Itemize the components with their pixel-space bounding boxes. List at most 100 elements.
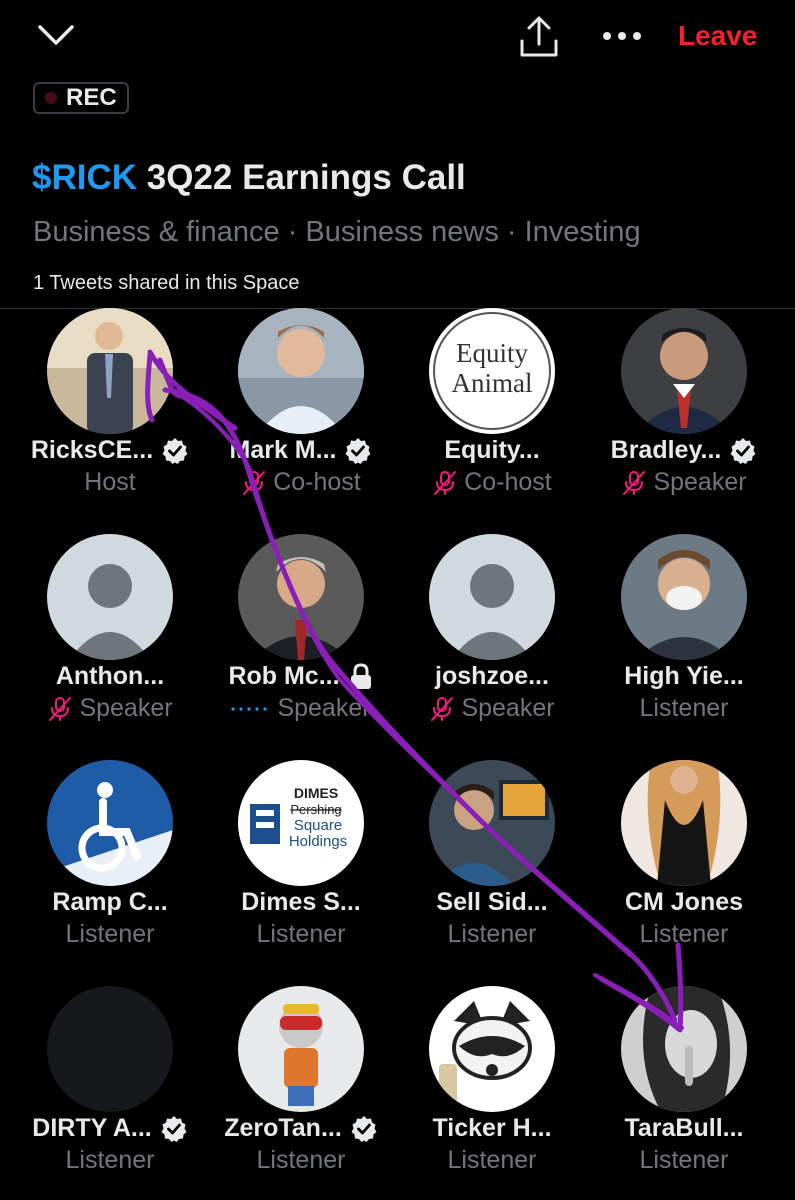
shared-tweets-link[interactable]: 1 Tweets shared in this Space <box>33 272 299 295</box>
space-title: $RICK 3Q22 Earnings Call <box>32 158 466 198</box>
participant-role-line: Listener <box>15 1146 205 1175</box>
participant-name: RicksCE... <box>30 436 154 464</box>
chevron-down-icon[interactable] <box>36 22 76 50</box>
svg-text:DIMES: DIMES <box>294 785 338 801</box>
participant-name: Mark M... <box>229 436 337 464</box>
participant-role-line: Co-host <box>397 468 587 497</box>
avatar[interactable] <box>238 986 364 1112</box>
participant-name-line: RicksCE... <box>15 436 205 465</box>
avatar[interactable]: DIMES Pershing Square Holdings <box>238 760 364 886</box>
svg-text:Square: Square <box>294 817 342 834</box>
mic-muted-icon <box>241 470 267 496</box>
speaking-indicator-icon <box>231 706 271 711</box>
participant-name: ZeroTan... <box>224 1114 342 1142</box>
participant-role: Listener <box>256 920 346 948</box>
participant-name: DIRTY A... <box>32 1114 152 1142</box>
participant-role: Listener <box>65 920 155 948</box>
participant-name-line: Mark M... <box>206 436 396 465</box>
verified-badge-icon <box>161 437 189 465</box>
participant-name-line: ZeroTan... <box>206 1114 396 1143</box>
participant-role-line: Listener <box>15 920 205 949</box>
avatar[interactable] <box>238 308 364 434</box>
verified-badge-icon <box>729 437 757 465</box>
rec-label: REC <box>66 84 117 111</box>
mic-muted-icon <box>429 696 455 722</box>
participant-name: Sell Sid... <box>436 888 548 916</box>
avatar[interactable] <box>47 534 173 660</box>
verified-badge-icon <box>350 1115 378 1143</box>
participant-name-line: Equity... <box>397 436 587 465</box>
participant-name: joshzoe... <box>435 662 549 690</box>
recording-dot-icon <box>45 92 57 104</box>
avatar[interactable] <box>621 534 747 660</box>
participant-name-line: joshzoe... <box>397 662 587 691</box>
mic-muted-icon <box>621 470 647 496</box>
participant-name-line: TaraBull... <box>589 1114 779 1143</box>
participant-role-line: Listener <box>397 920 587 949</box>
avatar-text-2: Animal <box>452 368 533 398</box>
participant-role: Listener <box>65 1146 155 1174</box>
participant-role-line: Listener <box>206 1146 396 1175</box>
participant-name: High Yie... <box>624 662 744 690</box>
topics-line: Business & finance · Business news · Inv… <box>33 216 641 248</box>
participant-name-line: Bradley... <box>589 436 779 465</box>
participant-name-line: Dimes S... <box>206 888 396 917</box>
participant-role-line: Listener <box>589 1146 779 1175</box>
cashtag-link[interactable]: $RICK <box>32 158 137 197</box>
avatar[interactable] <box>429 534 555 660</box>
avatar[interactable] <box>429 986 555 1112</box>
participant-role-line: Speaker <box>397 694 587 723</box>
leave-button[interactable]: Leave <box>678 20 757 52</box>
participant-name: Dimes S... <box>241 888 361 916</box>
participant-name-line: Ticker H... <box>397 1114 587 1143</box>
avatar-text-1: Equity <box>456 338 528 368</box>
participant-role: Speaker <box>79 694 173 722</box>
participant-name-line: Rob Mc... <box>206 662 396 691</box>
participant-name: Rob Mc... <box>228 662 340 690</box>
avatar[interactable] <box>47 760 173 886</box>
more-options-icon[interactable] <box>600 24 644 48</box>
avatar[interactable] <box>47 986 173 1112</box>
participant-role-line: Speaker <box>589 468 779 497</box>
verified-badge-icon <box>344 437 372 465</box>
participant-role-line: Listener <box>589 920 779 949</box>
participant-role-line: Co-host <box>206 468 396 497</box>
participant-role-line: Speaker <box>15 694 205 723</box>
participant-name: TaraBull... <box>624 1114 744 1142</box>
participant-role: Speaker <box>461 694 555 722</box>
mic-muted-icon <box>47 696 73 722</box>
participant-role: Listener <box>639 920 729 948</box>
participant-name-line: Sell Sid... <box>397 888 587 917</box>
participant-role-line: Speaker <box>206 694 396 723</box>
participant-role: Co-host <box>273 468 361 496</box>
title-text: 3Q22 Earnings Call <box>137 158 466 197</box>
avatar[interactable] <box>621 986 747 1112</box>
participant-name-line: Anthon... <box>15 662 205 691</box>
participant-role: Listener <box>639 694 729 722</box>
avatar[interactable] <box>621 760 747 886</box>
share-icon[interactable] <box>516 14 562 60</box>
participant-name: Equity... <box>444 436 540 464</box>
participant-role-line: Listener <box>589 694 779 723</box>
participant-name: Ticker H... <box>432 1114 552 1142</box>
svg-text:Pershing: Pershing <box>290 802 341 817</box>
participant-name-line: High Yie... <box>589 662 779 691</box>
avatar[interactable]: Equity Animal <box>429 308 555 434</box>
participant-role-line: Listener <box>206 920 396 949</box>
mic-muted-icon <box>432 470 458 496</box>
participant-role: Host <box>84 468 136 496</box>
avatar[interactable] <box>429 760 555 886</box>
participant-role: Listener <box>447 1146 537 1174</box>
participant-role: Listener <box>639 1146 729 1174</box>
participant-role-line: Listener <box>397 1146 587 1175</box>
participant-role: Co-host <box>464 468 552 496</box>
verified-badge-icon <box>160 1115 188 1143</box>
participant-name-line: CM Jones <box>589 888 779 917</box>
participant-role: Listener <box>447 920 537 948</box>
top-bar: Leave <box>0 0 795 80</box>
participant-name: Anthon... <box>55 662 165 690</box>
participant-name: Ramp C... <box>52 888 168 916</box>
avatar[interactable] <box>238 534 364 660</box>
avatar[interactable] <box>621 308 747 434</box>
avatar[interactable] <box>47 308 173 434</box>
